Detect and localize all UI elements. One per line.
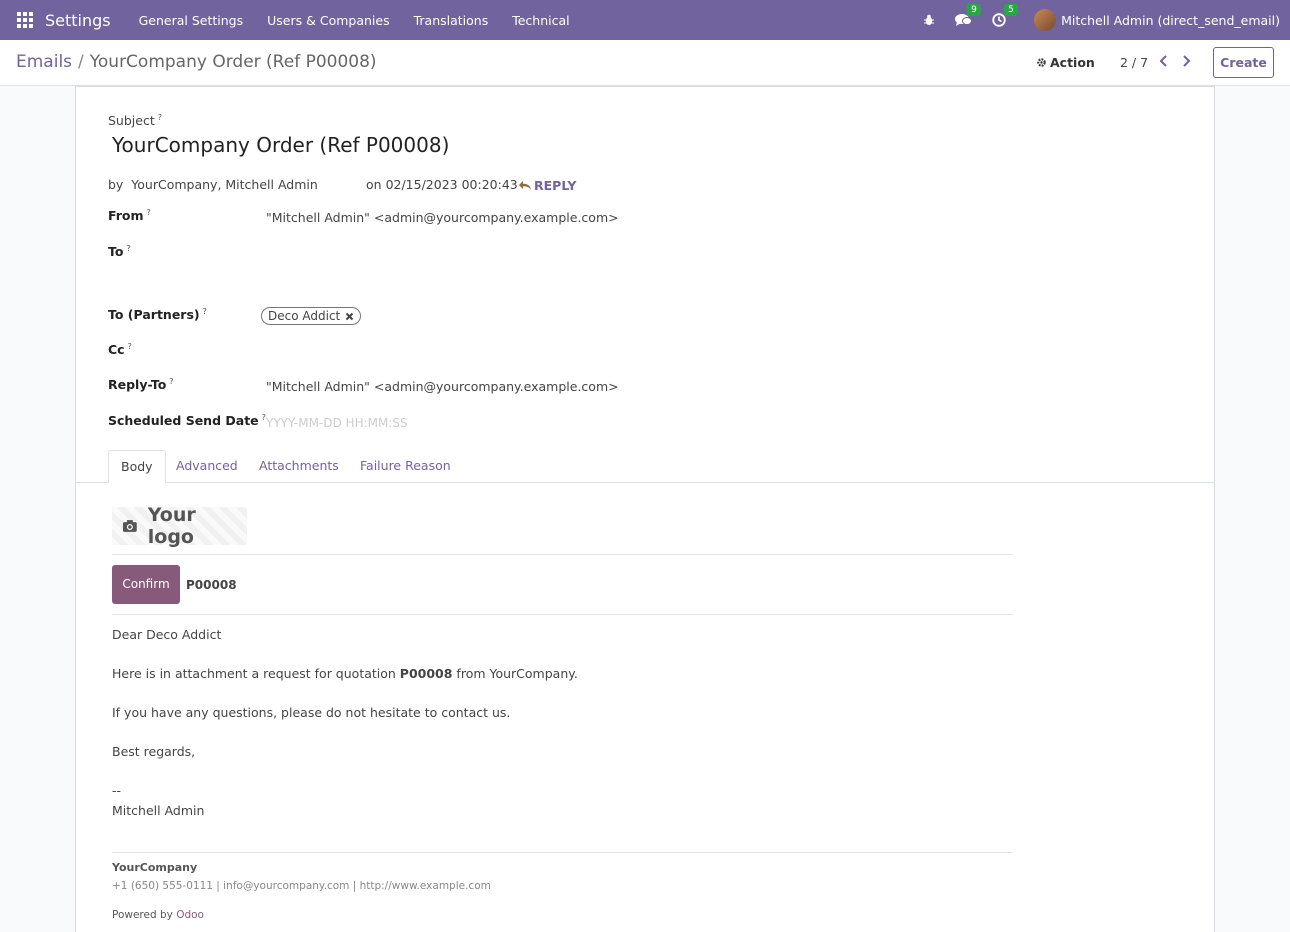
signature-dash: --	[112, 783, 122, 798]
notebook-tabs: Body Advanced Attachments Failure Reason	[76, 450, 1214, 483]
partners-field[interactable]: Deco Addict	[261, 307, 362, 325]
body-line-3: Best regards,	[112, 744, 196, 759]
apps-menu-icon[interactable]	[17, 12, 33, 28]
reply-to-label-wrap: Reply-To?	[108, 377, 174, 393]
help-marker[interactable]: ?	[128, 342, 132, 351]
chevron-left-icon[interactable]	[1158, 54, 1170, 72]
top-navbar: Settings General Settings Users & Compan…	[0, 0, 1290, 40]
date-line: on 02/15/2023 00:20:43	[366, 177, 518, 192]
subject-field[interactable]: YourCompany Order (Ref P00008)	[112, 133, 449, 157]
navbar-systray: 9 5 Mitchell Admin (direct_send_email)	[903, 0, 1280, 40]
from-label: From	[108, 208, 144, 223]
activities-badge: 5	[1004, 4, 1018, 16]
help-marker[interactable]: ?	[158, 113, 162, 122]
breadcrumb: Emails / YourCompany Order (Ref P00008)	[16, 52, 377, 72]
subject-label-wrap: Subject?	[108, 113, 162, 129]
by-prefix: by	[108, 177, 124, 192]
action-label: Action	[1050, 55, 1095, 70]
body-line-1: Here is in attachment a request for quot…	[112, 666, 578, 681]
reply-to-label: Reply-To	[108, 377, 167, 392]
to-field[interactable]	[266, 239, 766, 283]
menu-technical[interactable]: Technical	[512, 13, 569, 28]
gear-icon	[1037, 58, 1046, 67]
to-label-wrap: To?	[108, 244, 131, 260]
subject-label: Subject	[108, 113, 155, 128]
reply-button[interactable]: REPLY	[518, 178, 576, 193]
reply-label: REPLY	[534, 178, 577, 193]
partner-tag: Deco Addict	[261, 307, 362, 325]
help-marker[interactable]: ?	[203, 307, 207, 316]
body-line-1-pre: Here is in attachment a request for quot…	[112, 666, 400, 681]
tab-failure-reason[interactable]: Failure Reason	[360, 450, 451, 483]
reference-number: P00008	[186, 578, 237, 592]
footer-company: YourCompany	[112, 861, 198, 874]
form-sheet: Subject? YourCompany Order (Ref P00008) …	[75, 86, 1215, 932]
footer-contact: +1 (650) 555-0111 | info@yourcompany.com…	[112, 880, 491, 892]
logo-text: Your logo	[147, 504, 196, 548]
from-label-wrap: From?	[108, 208, 151, 224]
date-value: 02/15/2023 00:20:43	[385, 177, 518, 192]
chevron-right-icon[interactable]	[1180, 54, 1192, 72]
body-line-2: If you have any questions, please do not…	[112, 705, 511, 720]
help-marker[interactable]: ?	[169, 377, 173, 386]
action-menu-button[interactable]: Action	[1036, 55, 1095, 70]
cc-label: Cc	[108, 342, 125, 357]
messages-badge: 9	[967, 4, 981, 16]
remove-tag-icon[interactable]	[345, 312, 354, 321]
pager-value[interactable]: 2 / 7	[1120, 55, 1148, 70]
help-marker[interactable]: ?	[126, 244, 130, 253]
user-avatar[interactable]	[1034, 9, 1057, 31]
from-field[interactable]: "Mitchell Admin" <admin@yourcompany.exam…	[266, 210, 619, 225]
main-menu: General Settings Users & Companies Trans…	[139, 13, 594, 28]
to-label: To	[108, 244, 124, 259]
menu-users-companies[interactable]: Users & Companies	[267, 13, 389, 28]
body-line-1-post: from YourCompany.	[452, 666, 578, 681]
scheduled-date-input[interactable]: YYYY-MM-DD HH:MM:SS	[266, 416, 408, 430]
cc-label-wrap: Cc?	[108, 342, 132, 358]
reply-to-field[interactable]: "Mitchell Admin" <admin@yourcompany.exam…	[266, 379, 619, 394]
powered-by: Powered by Odoo	[112, 909, 204, 921]
partner-tag-label: Deco Addict	[268, 309, 341, 323]
activities-clock-icon[interactable]: 5	[992, 4, 1018, 27]
control-panel: Emails / YourCompany Order (Ref P00008) Ac…	[0, 40, 1290, 86]
confirm-button[interactable]: Confirm	[112, 565, 180, 604]
menu-general-settings[interactable]: General Settings	[139, 13, 244, 28]
author-value: YourCompany, Mitchell Admin	[131, 177, 318, 192]
greeting: Dear Deco Addict	[112, 627, 222, 642]
messages-icon[interactable]: 9	[955, 4, 981, 27]
scheduled-label-wrap: Scheduled Send Date?	[108, 413, 266, 429]
tab-advanced[interactable]: Advanced	[176, 450, 238, 483]
user-menu[interactable]: Mitchell Admin (direct_send_email)	[1061, 13, 1280, 28]
reply-arrow-icon	[519, 181, 531, 190]
company-logo: Your logo	[112, 504, 247, 548]
to-partners-label: To (Partners)	[108, 307, 200, 322]
body-line-1-ref: P00008	[399, 666, 453, 681]
signature-name: Mitchell Admin	[112, 803, 205, 818]
create-button[interactable]: Create	[1213, 47, 1274, 78]
odoo-link[interactable]: Odoo	[176, 909, 204, 921]
divider	[112, 614, 1013, 615]
camera-icon	[122, 520, 137, 532]
divider	[112, 852, 1013, 853]
on-prefix: on	[366, 177, 382, 192]
scheduled-label: Scheduled Send Date	[108, 413, 259, 428]
powered-by-label: Powered by	[112, 909, 177, 921]
tab-attachments[interactable]: Attachments	[259, 450, 339, 483]
menu-translations[interactable]: Translations	[414, 13, 489, 28]
author-line: by YourCompany, Mitchell Admin	[108, 177, 318, 192]
to-partners-label-wrap: To (Partners)?	[108, 307, 207, 323]
tab-body[interactable]: Body	[108, 450, 166, 483]
breadcrumb-current: YourCompany Order (Ref P00008)	[89, 52, 377, 72]
cc-field[interactable]	[266, 339, 766, 359]
help-marker[interactable]: ?	[147, 208, 151, 217]
app-name[interactable]: Settings	[45, 11, 111, 30]
debug-bug-icon[interactable]	[923, 14, 935, 26]
breadcrumb-separator: /	[78, 52, 84, 72]
breadcrumb-emails[interactable]: Emails	[16, 52, 72, 72]
divider	[112, 554, 1013, 555]
